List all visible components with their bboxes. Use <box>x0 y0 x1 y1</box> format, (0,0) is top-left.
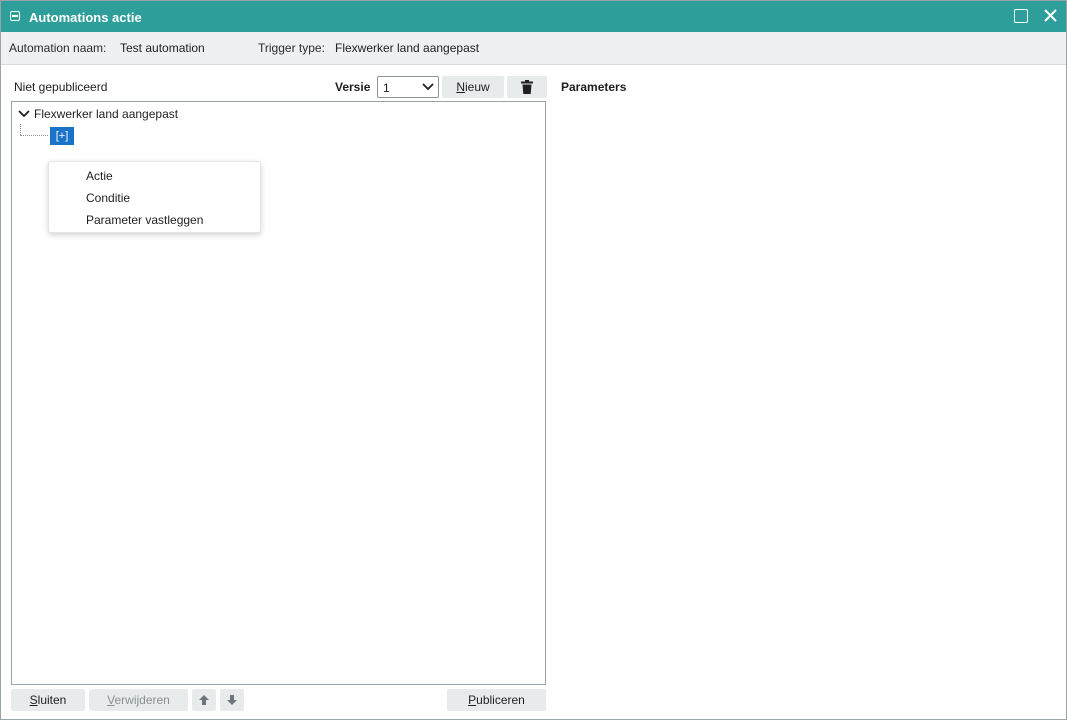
trash-icon <box>521 80 533 94</box>
menu-item-label: Parameter vastleggen <box>86 213 204 227</box>
menu-item-conditie[interactable]: Conditie <box>49 187 260 209</box>
new-button-mnemonic: N <box>456 80 465 94</box>
chevron-down-icon <box>422 83 434 91</box>
arrow-up-icon <box>199 695 209 705</box>
title-bar: Automations actie <box>1 1 1066 32</box>
add-node-button[interactable]: [+] <box>50 127 74 145</box>
tree-connector-vertical <box>20 124 21 135</box>
menu-item-label: Actie <box>86 169 113 183</box>
info-bar: Automation naam: Test automation Trigger… <box>1 32 1066 65</box>
delete-version-button[interactable] <box>507 76 547 98</box>
new-version-button[interactable]: Nieuw <box>442 76 504 98</box>
publish-button[interactable]: Publiceren <box>447 689 546 711</box>
chevron-down-icon[interactable] <box>18 109 30 119</box>
publish-status: Niet gepubliceerd <box>14 80 108 94</box>
trigger-type-label: Trigger type: <box>258 41 325 55</box>
publish-button-label: ubliceren <box>476 693 525 707</box>
version-select[interactable]: 1 <box>377 76 439 98</box>
close-button-mnemonic: S <box>29 693 38 707</box>
automation-name-value: Test automation <box>120 41 205 55</box>
parameters-title: Parameters <box>561 80 627 94</box>
delete-button[interactable]: Verwijderen <box>89 689 188 711</box>
close-button-label: luiten <box>37 693 67 707</box>
automations-action-dialog: Automations actie Automation naam: Test … <box>0 0 1067 720</box>
move-up-button[interactable] <box>192 689 216 711</box>
menu-item-actie[interactable]: Actie <box>49 165 260 187</box>
automation-name-label: Automation naam: <box>9 41 107 55</box>
trigger-type-value: Flexwerker land aangepast <box>335 41 480 55</box>
version-label: Versie <box>335 80 371 94</box>
arrow-down-icon <box>227 695 237 705</box>
maximize-icon[interactable] <box>1014 9 1028 23</box>
menu-item-label: Conditie <box>86 191 131 205</box>
close-button[interactable]: Sluiten <box>11 689 85 711</box>
new-button-label: ieuw <box>464 80 490 94</box>
menu-item-parameter-vastleggen[interactable]: Parameter vastleggen <box>49 209 260 231</box>
window-icon <box>10 11 20 21</box>
delete-button-label: erwijderen <box>114 693 170 707</box>
publish-button-mnemonic: P <box>468 693 477 707</box>
close-icon[interactable] <box>1042 6 1060 26</box>
tree-root-label: Flexwerker land aangepast <box>34 107 179 121</box>
version-value: 1 <box>383 81 390 95</box>
move-down-button[interactable] <box>220 689 244 711</box>
add-node-context-menu: Actie Conditie Parameter vastleggen <box>48 161 261 233</box>
window-title: Automations actie <box>29 10 142 25</box>
tree-connector-horizontal <box>20 135 48 136</box>
